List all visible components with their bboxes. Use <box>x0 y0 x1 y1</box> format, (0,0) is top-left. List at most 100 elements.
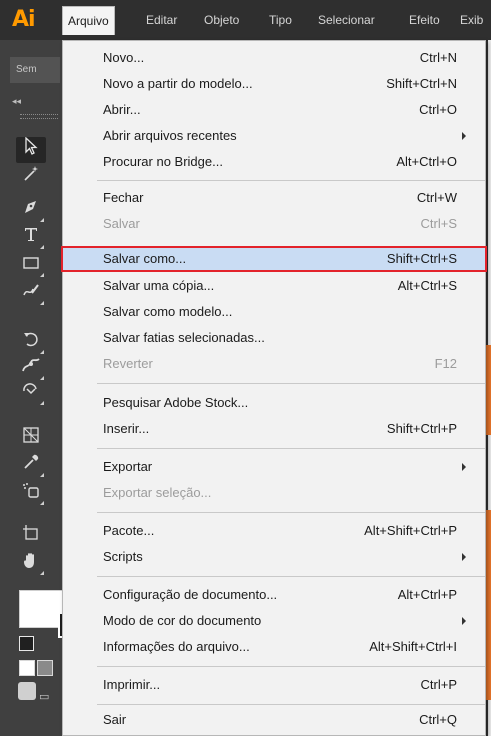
menu-item-shortcut: Alt+Ctrl+P <box>397 587 457 602</box>
menu-item-shortcut: Ctrl+S <box>420 216 457 231</box>
submenu-arrow-icon <box>462 463 466 471</box>
menu-item-shortcut: Shift+Ctrl+S <box>386 251 457 266</box>
menu-item-shortcut: Ctrl+N <box>419 50 457 65</box>
artwork-peek <box>486 345 491 435</box>
document-tab[interactable]: Sem <box>10 57 60 83</box>
menu-item-shortcut: Shift+Ctrl+P <box>386 421 457 436</box>
menu-item-shortcut: Alt+Ctrl+S <box>397 278 457 293</box>
menu-item-shortcut: Ctrl+Q <box>419 712 457 727</box>
menu-item-label: Pesquisar Adobe Stock... <box>103 395 249 410</box>
menu-separator <box>97 576 485 577</box>
eyedropper-icon[interactable] <box>16 453 46 479</box>
menu-item-label: Modo de cor do documento <box>103 613 262 628</box>
default-colors-icon[interactable] <box>19 636 34 651</box>
menu-item-label: Informações do arquivo... <box>103 639 250 654</box>
menu-item-label: Inserir... <box>103 421 150 436</box>
menu-item-shortcut: Alt+Ctrl+O <box>396 154 457 169</box>
collapse-panel-icon[interactable]: ◂◂ <box>12 97 21 107</box>
menu-item-abrir[interactable]: Abrir... Ctrl+O <box>63 97 485 123</box>
menu-item-label: Exportar seleção... <box>103 485 212 500</box>
draw-mode-icon[interactable] <box>18 682 36 700</box>
menu-item-shortcut: F12 <box>434 356 457 371</box>
type-icon[interactable] <box>16 225 46 251</box>
menu-separator <box>97 666 485 667</box>
menu-item-exportar[interactable]: Exportar <box>63 454 485 480</box>
menu-item-shortcut: Ctrl+W <box>416 190 457 205</box>
hand-icon[interactable] <box>16 551 46 577</box>
menu-item-label: Reverter <box>103 356 153 371</box>
menu-item-label: Configuração de documento... <box>103 587 278 602</box>
menu-item-sair[interactable]: Sair Ctrl+Q <box>63 707 485 733</box>
symbol-sprayer-icon[interactable] <box>16 481 46 507</box>
menu-item-pesquisar-stock[interactable]: Pesquisar Adobe Stock... <box>63 390 485 416</box>
menu-item-label: Sair <box>103 712 127 727</box>
free-transform-icon[interactable] <box>16 381 46 407</box>
menu-item-salvar-fatias[interactable]: Salvar fatias selecionadas... <box>63 325 485 351</box>
menu-item-label: Salvar fatias selecionadas... <box>103 330 265 345</box>
rectangle-icon[interactable] <box>16 253 46 279</box>
menu-item-fechar[interactable]: Fechar Ctrl+W <box>63 185 485 211</box>
illustrator-logo: Ai <box>12 7 36 32</box>
menu-separator <box>97 448 485 449</box>
menu-exibir[interactable]: Exib <box>460 13 483 27</box>
menu-item-label: Salvar <box>103 216 140 231</box>
submenu-arrow-icon <box>462 617 466 625</box>
menu-item-novo[interactable]: Novo... Ctrl+N <box>63 45 485 71</box>
arquivo-menu: Novo... Ctrl+N Novo a partir do modelo..… <box>61 40 487 736</box>
menu-item-label: Scripts <box>103 549 143 564</box>
menu-item-salvar-modelo[interactable]: Salvar como modelo... <box>63 299 485 325</box>
color-mode-icon[interactable] <box>19 660 35 676</box>
menu-item-procurar-bridge[interactable]: Procurar no Bridge... Alt+Ctrl+O <box>63 149 485 175</box>
menu-item-label: Pacote... <box>103 523 155 538</box>
menu-editar[interactable]: Editar <box>146 13 177 27</box>
menu-item-shortcut: Alt+Shift+Ctrl+I <box>369 639 457 654</box>
menu-item-label: Novo... <box>103 50 145 65</box>
menu-item-inserir[interactable]: Inserir... Shift+Ctrl+P <box>63 416 485 442</box>
rotate-icon[interactable] <box>16 330 46 356</box>
puppet-warp-icon[interactable] <box>16 356 46 382</box>
menu-item-imprimir[interactable]: Imprimir... Ctrl+P <box>63 672 485 698</box>
menu-item-modo-cor[interactable]: Modo de cor do documento <box>63 608 485 634</box>
menu-tipo[interactable]: Tipo <box>269 13 292 27</box>
menu-separator <box>97 512 485 513</box>
menu-item-pacote[interactable]: Pacote... Alt+Shift+Ctrl+P <box>63 518 485 544</box>
menu-item-informacoes-arquivo[interactable]: Informações do arquivo... Alt+Shift+Ctrl… <box>63 634 485 660</box>
screen-mode-icon[interactable]: ▭ <box>39 690 55 704</box>
menu-item-label: Abrir arquivos recentes <box>103 128 237 143</box>
menu-item-shortcut: Ctrl+O <box>419 102 457 117</box>
menu-item-shortcut: Alt+Shift+Ctrl+P <box>364 523 457 538</box>
shape-builder-icon[interactable] <box>16 426 46 452</box>
menu-efeito[interactable]: Efeito <box>409 13 440 27</box>
magic-wand-icon[interactable] <box>16 165 46 191</box>
shaper-icon[interactable] <box>16 281 46 307</box>
artwork-peek <box>486 510 491 700</box>
menu-item-label: Novo a partir do modelo... <box>103 76 253 91</box>
menu-item-label: Imprimir... <box>103 677 161 692</box>
menu-item-abrir-recentes[interactable]: Abrir arquivos recentes <box>63 123 485 149</box>
menu-separator <box>97 180 485 181</box>
menu-item-salvar-copia[interactable]: Salvar uma cópia... Alt+Ctrl+S <box>63 273 485 299</box>
menu-item-scripts[interactable]: Scripts <box>63 544 485 570</box>
menu-selecionar[interactable]: Selecionar <box>318 13 375 27</box>
submenu-arrow-icon <box>462 132 466 140</box>
menu-item-reverter: Reverter F12 <box>63 351 485 377</box>
pen-icon[interactable] <box>16 198 46 224</box>
gradient-mode-icon[interactable] <box>37 660 53 676</box>
menu-item-salvar-como[interactable]: Salvar como... Shift+Ctrl+S <box>61 246 487 272</box>
menu-item-shortcut: Ctrl+P <box>420 677 457 692</box>
selection-tool-icon[interactable] <box>16 136 46 163</box>
menu-item-exportar-selecao: Exportar seleção... <box>63 480 485 506</box>
menu-arquivo[interactable]: Arquivo <box>62 6 115 35</box>
fill-color-swatch[interactable] <box>19 590 63 628</box>
menu-item-label: Procurar no Bridge... <box>103 154 223 169</box>
artboard-icon[interactable] <box>16 524 46 550</box>
menu-item-label: Salvar como modelo... <box>103 304 233 319</box>
menu-item-salvar: Salvar Ctrl+S <box>63 211 485 237</box>
submenu-arrow-icon <box>462 553 466 561</box>
menu-objeto[interactable]: Objeto <box>204 13 239 27</box>
menu-item-configuracao-documento[interactable]: Configuração de documento... Alt+Ctrl+P <box>63 582 485 608</box>
menu-separator <box>97 704 485 705</box>
menu-separator <box>97 383 485 384</box>
panel-grip[interactable] <box>20 114 58 119</box>
menu-item-novo-modelo[interactable]: Novo a partir do modelo... Shift+Ctrl+N <box>63 71 485 97</box>
